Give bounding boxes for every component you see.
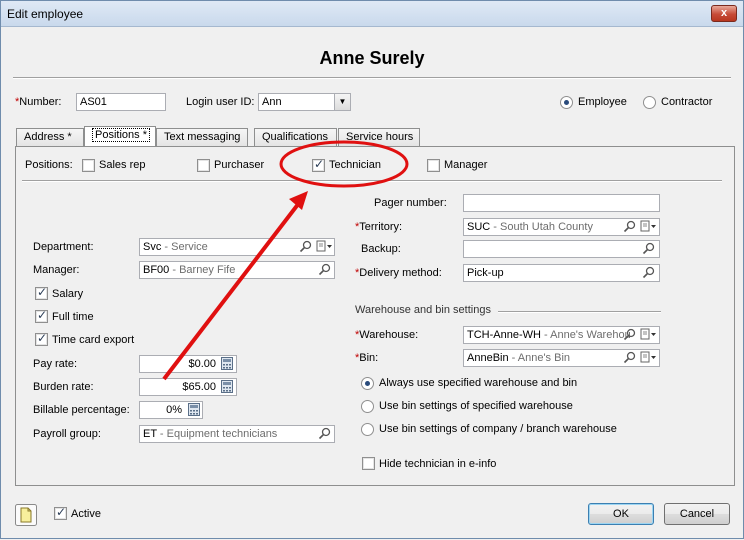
active-label: Active bbox=[71, 508, 101, 520]
options-menu-icon[interactable] bbox=[640, 220, 657, 236]
ok-button[interactable]: OK bbox=[588, 503, 654, 525]
technician-label: Technician bbox=[329, 159, 381, 171]
technician-checkbox[interactable] bbox=[312, 157, 325, 172]
number-input[interactable]: AS01 bbox=[76, 93, 166, 111]
use-bin-company-label: Use bin settings of company / branch war… bbox=[379, 423, 617, 435]
pager-number-input[interactable] bbox=[463, 194, 660, 212]
full-time-label: Full time bbox=[52, 311, 94, 323]
calculator-icon[interactable] bbox=[221, 357, 233, 373]
login-user-id-label: Login user ID: bbox=[186, 96, 255, 108]
always-use-specified-radio[interactable] bbox=[361, 377, 374, 390]
use-bin-specified-radio[interactable] bbox=[361, 400, 374, 413]
search-icon[interactable] bbox=[318, 427, 331, 443]
options-menu-icon[interactable] bbox=[640, 328, 657, 344]
header-divider bbox=[13, 77, 731, 79]
calculator-icon[interactable] bbox=[221, 380, 233, 396]
delivery-method-input[interactable]: Pick-up bbox=[463, 264, 660, 282]
options-menu-icon[interactable] bbox=[316, 240, 333, 256]
tab-service-hours[interactable]: Service hours bbox=[338, 128, 420, 147]
payroll-group-input[interactable]: ET - Equipment technicians bbox=[139, 425, 335, 443]
use-bin-specified-label: Use bin settings of specified warehouse bbox=[379, 400, 573, 412]
pay-rate-label: Pay rate: bbox=[33, 358, 78, 370]
manager-label: Manager bbox=[444, 159, 488, 171]
warehouse-label: *Warehouse: bbox=[355, 329, 419, 341]
hide-technician-checkbox[interactable] bbox=[362, 457, 375, 470]
manager-input[interactable]: BF00 - Barney Fife bbox=[139, 261, 335, 279]
employee-name-heading: Anne Surely bbox=[319, 48, 425, 68]
hide-technician-label: Hide technician in e-info bbox=[379, 458, 497, 470]
title-bar[interactable]: Edit employee x bbox=[1, 1, 743, 27]
close-button[interactable]: x bbox=[711, 5, 737, 22]
salary-checkbox[interactable] bbox=[35, 285, 48, 300]
window-title: Edit employee bbox=[7, 7, 84, 21]
active-checkbox[interactable] bbox=[54, 505, 67, 520]
search-icon[interactable] bbox=[642, 242, 655, 258]
department-label: Department: bbox=[33, 241, 94, 253]
salary-label: Salary bbox=[52, 288, 84, 300]
tab-positions[interactable]: Positions * bbox=[84, 126, 156, 146]
search-icon[interactable] bbox=[299, 240, 312, 256]
search-icon[interactable] bbox=[642, 266, 655, 282]
warehouse-section-divider bbox=[498, 311, 661, 313]
edit-employee-window: Edit employee x Anne Surely *Number: AS0… bbox=[0, 0, 744, 539]
use-bin-company-radio[interactable] bbox=[361, 423, 374, 436]
time-card-export-label: Time card export bbox=[52, 334, 135, 346]
positions-divider bbox=[22, 180, 722, 182]
territory-label: *Territory: bbox=[355, 221, 403, 233]
manager-checkbox[interactable] bbox=[427, 159, 440, 172]
time-card-export-checkbox[interactable] bbox=[35, 331, 48, 346]
cancel-button[interactable]: Cancel bbox=[664, 503, 730, 525]
pager-number-label: Pager number: bbox=[374, 197, 447, 209]
backup-input[interactable] bbox=[463, 240, 660, 258]
close-icon: x bbox=[720, 7, 728, 19]
chevron-down-icon[interactable]: ▼ bbox=[334, 94, 350, 110]
sales-rep-checkbox[interactable] bbox=[82, 159, 95, 172]
search-icon[interactable] bbox=[623, 220, 636, 236]
manager-field-label: Manager: bbox=[33, 264, 80, 276]
search-icon[interactable] bbox=[623, 351, 636, 367]
options-menu-icon[interactable] bbox=[640, 351, 657, 367]
bin-label: *Bin: bbox=[355, 352, 379, 364]
always-use-specified-label: Always use specified warehouse and bin bbox=[379, 377, 578, 389]
contractor-radio-label: Contractor bbox=[661, 96, 713, 108]
number-label: *Number: bbox=[15, 96, 62, 108]
search-icon[interactable] bbox=[318, 263, 331, 279]
purchaser-checkbox[interactable] bbox=[197, 159, 210, 172]
positions-label: Positions: bbox=[25, 159, 73, 171]
sales-rep-label: Sales rep bbox=[99, 159, 146, 171]
notes-icon[interactable] bbox=[15, 504, 37, 529]
warehouse-section-label: Warehouse and bin settings bbox=[355, 304, 491, 316]
tab-address[interactable]: Address * bbox=[16, 128, 84, 147]
backup-label: Backup: bbox=[361, 243, 401, 255]
tab-qualifications[interactable]: Qualifications bbox=[254, 128, 337, 147]
dialog-body: Anne Surely *Number: AS01 Login user ID:… bbox=[5, 28, 739, 534]
positions-panel: Positions: Sales rep Purchaser Technicia… bbox=[15, 146, 735, 486]
purchaser-label: Purchaser bbox=[214, 159, 265, 171]
delivery-method-label: *Delivery method: bbox=[355, 267, 442, 279]
login-user-id-combo[interactable]: Ann ▼ bbox=[258, 93, 351, 111]
full-time-checkbox[interactable] bbox=[35, 308, 48, 323]
employee-radio[interactable] bbox=[560, 96, 573, 109]
payroll-group-label: Payroll group: bbox=[33, 428, 101, 440]
tab-text-messaging[interactable]: Text messaging bbox=[156, 128, 248, 147]
employee-radio-label: Employee bbox=[578, 96, 627, 108]
burden-rate-label: Burden rate: bbox=[33, 381, 94, 393]
billable-percentage-label: Billable percentage: bbox=[33, 404, 130, 416]
calculator-icon[interactable] bbox=[188, 403, 200, 419]
search-icon[interactable] bbox=[623, 328, 636, 344]
contractor-radio[interactable] bbox=[643, 96, 656, 109]
